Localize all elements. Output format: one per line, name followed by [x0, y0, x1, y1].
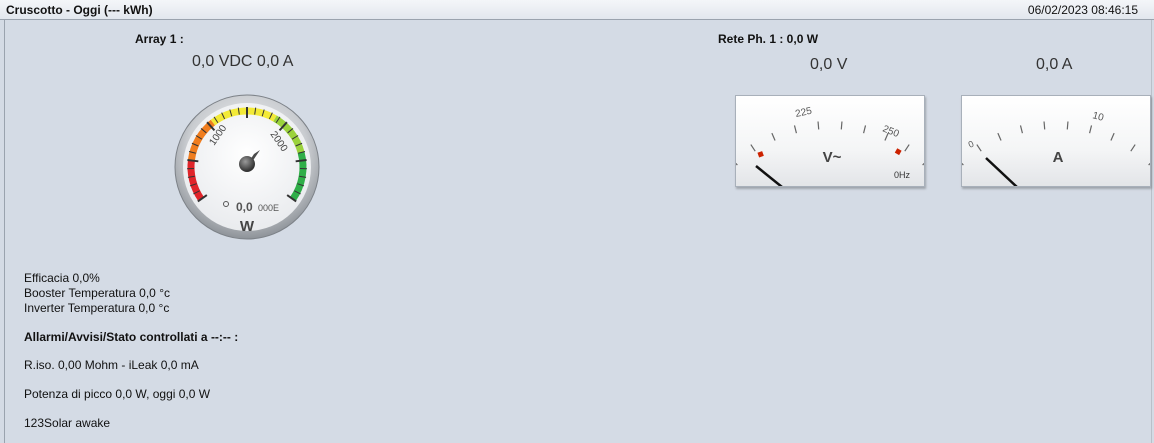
- grid-voltage-reading: 0,0 V: [810, 56, 848, 73]
- ammeter-tick: [1130, 144, 1136, 152]
- status-text: 123Solar awake: [24, 416, 111, 430]
- voltmeter-frequency: 0Hz: [894, 170, 911, 180]
- voltmeter: 225 250 V~ 0Hz: [735, 95, 925, 187]
- ammeter: 0 10 A: [961, 95, 1151, 187]
- gauge-odometer: 000E: [258, 203, 279, 213]
- right-border: [1151, 20, 1152, 443]
- voltmeter-tick: [904, 144, 910, 152]
- gauge-value-text: 0,0: [236, 200, 253, 214]
- ammeter-tick: [1019, 125, 1024, 134]
- ammeter-tick: [1043, 121, 1046, 130]
- grid-current-reading: 0,0 A: [1036, 56, 1073, 73]
- window-titlebar: Cruscotto - Oggi (--- kWh) 06/02/2023 08…: [0, 0, 1154, 20]
- voltmeter-tick: [817, 121, 820, 130]
- power-gauge: 1000 2000 0,0 000E W: [174, 94, 320, 240]
- voltmeter-tick: [771, 132, 776, 141]
- ammeter-tick: [976, 144, 982, 152]
- left-border: [4, 20, 5, 443]
- window-datetime: 06/02/2023 08:46:15: [1027, 3, 1138, 17]
- voltmeter-red-mark-right: [894, 148, 902, 156]
- voltmeter-unit: V~: [823, 149, 842, 166]
- riso-text: R.iso. 0,00 Mohm - iLeak 0,0 mA: [24, 358, 199, 372]
- gauge-unit: W: [240, 218, 255, 235]
- voltmeter-needle: [755, 165, 783, 186]
- array-label: Array 1 :: [135, 32, 184, 46]
- ammeter-tick: [1088, 125, 1093, 134]
- peak-power-text: Potenza di picco 0,0 W, oggi 0,0 W: [24, 387, 211, 401]
- window-title: Cruscotto - Oggi (--- kWh): [6, 3, 153, 17]
- inverter-temp-text: Inverter Temperatura 0,0 °c: [24, 301, 170, 315]
- gauge-needle-hub: [239, 156, 255, 172]
- array-reading: 0,0 VDC 0,0 A: [192, 53, 294, 70]
- ammeter-tick: [1066, 121, 1069, 130]
- ammeter-needle: [985, 157, 1018, 186]
- voltmeter-tick: [793, 125, 798, 134]
- ammeter-unit: A: [1053, 149, 1064, 166]
- voltmeter-tick: [862, 125, 867, 134]
- grid-label: Rete Ph. 1 : 0,0 W: [718, 32, 819, 46]
- voltmeter-tick: [922, 162, 924, 166]
- ammeter-tick: [1148, 162, 1150, 166]
- voltmeter-tick: [840, 121, 843, 130]
- ammeter-tick-label-0: 0: [967, 139, 976, 150]
- ammeter-tick-label-10: 10: [1091, 110, 1105, 124]
- booster-temp-text: Booster Temperatura 0,0 °c: [24, 286, 170, 300]
- voltmeter-red-mark-left: [757, 151, 764, 158]
- ammeter-tick: [962, 162, 964, 166]
- alarms-heading: Allarmi/Avvisi/Stato controllati a --:--…: [24, 330, 239, 344]
- ammeter-tick: [997, 132, 1002, 141]
- ammeter-tick: [1110, 132, 1115, 141]
- voltmeter-tick: [736, 162, 738, 166]
- gauge-tick: [187, 159, 199, 163]
- voltmeter-tick: [750, 144, 756, 152]
- voltmeter-tick-label-250: 250: [881, 124, 901, 141]
- voltmeter-tick-label-225: 225: [794, 106, 813, 120]
- gauge-tick: [295, 159, 307, 163]
- efficacia-text: Efficacia 0,0%: [24, 271, 100, 285]
